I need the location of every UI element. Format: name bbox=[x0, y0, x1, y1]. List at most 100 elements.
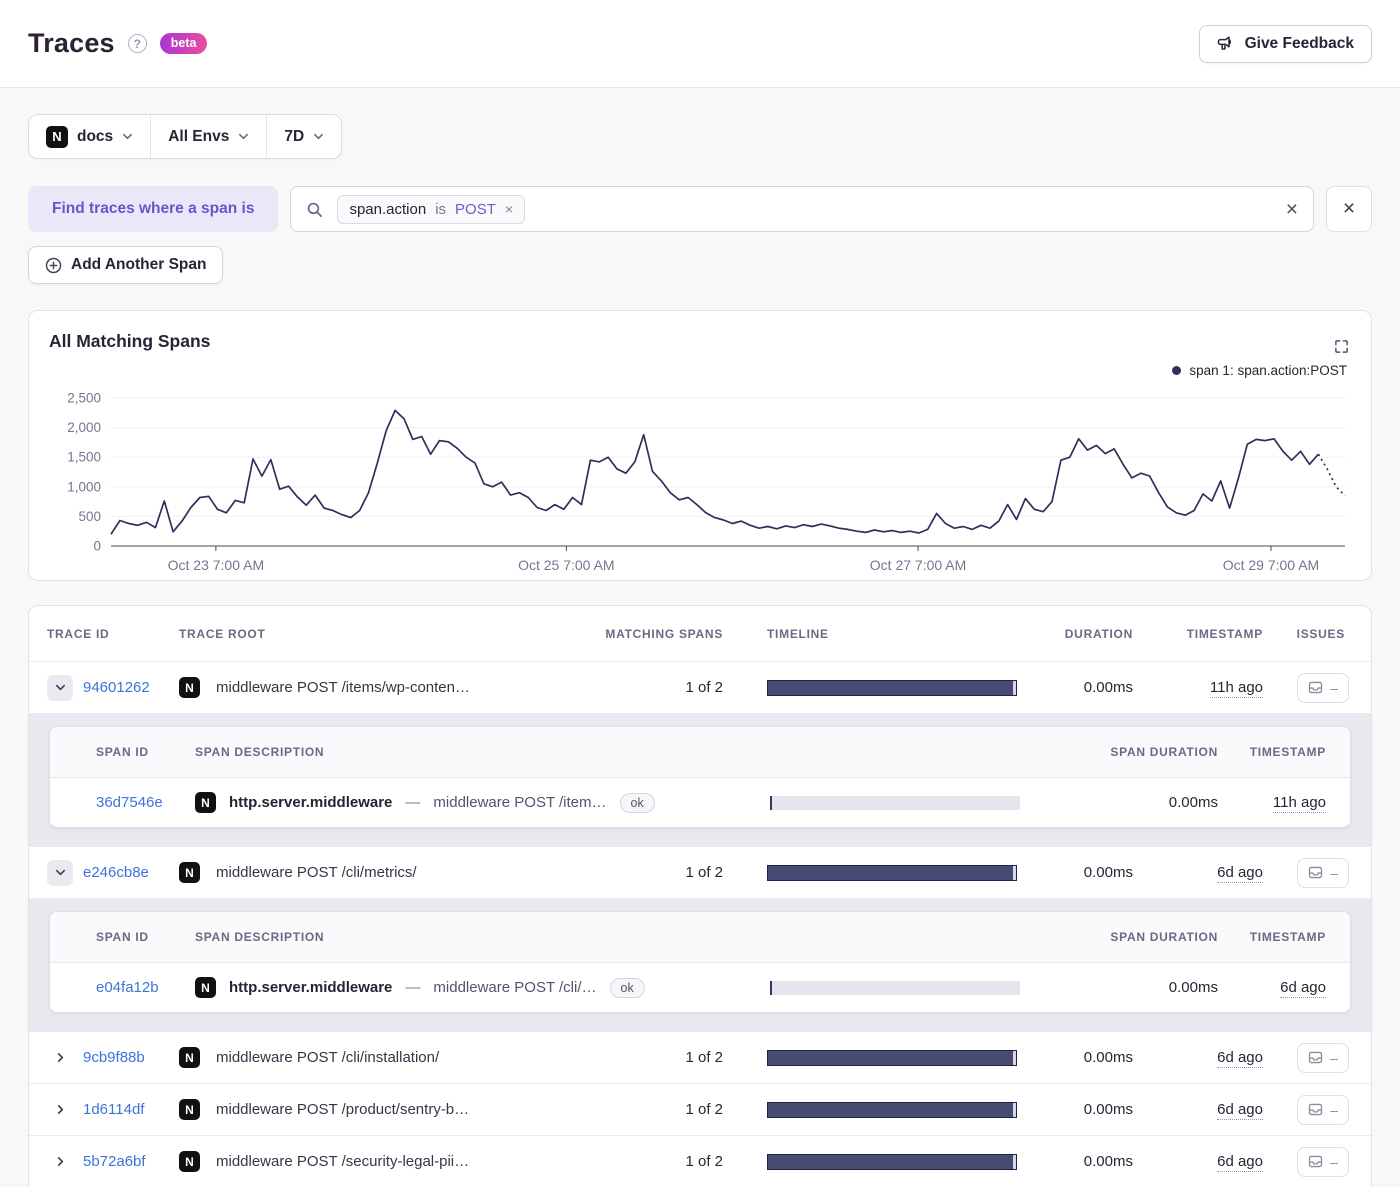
search-filter-token[interactable]: span.action is POST × bbox=[337, 194, 526, 224]
trace-timeline-bar[interactable] bbox=[767, 679, 1017, 696]
help-icon[interactable]: ? bbox=[127, 34, 147, 53]
svg-text:1,500: 1,500 bbox=[67, 450, 101, 465]
nextjs-platform-icon bbox=[179, 1099, 200, 1120]
col-trace-id: TRACE ID bbox=[47, 626, 110, 641]
col-span-timestamp: TIMESTAMP bbox=[1249, 745, 1326, 759]
trace-timestamp[interactable]: 6d ago bbox=[1217, 1049, 1263, 1068]
expand-row-button[interactable] bbox=[47, 1045, 73, 1071]
issues-icon bbox=[1308, 865, 1323, 880]
expand-row-button[interactable] bbox=[47, 1097, 73, 1123]
trace-id-link[interactable]: 9cb9f88b bbox=[83, 1049, 145, 1066]
desc-separator: — bbox=[405, 979, 421, 996]
chevron-down-icon bbox=[238, 131, 249, 142]
fullscreen-expand-icon[interactable] bbox=[1334, 339, 1349, 354]
trace-id-link[interactable]: e246cb8e bbox=[83, 864, 149, 881]
add-another-span-button[interactable]: Add Another Span bbox=[28, 246, 224, 284]
issues-button[interactable]: – bbox=[1297, 857, 1349, 888]
nextjs-platform-icon bbox=[179, 677, 200, 698]
token-remove-icon[interactable]: × bbox=[505, 201, 513, 217]
issues-count-placeholder: – bbox=[1330, 679, 1338, 696]
expand-row-button[interactable] bbox=[47, 1149, 73, 1175]
issues-button[interactable]: – bbox=[1297, 1042, 1349, 1073]
chevron-down-icon bbox=[122, 131, 133, 142]
trace-timestamp[interactable]: 6d ago bbox=[1217, 864, 1263, 883]
trace-row[interactable]: 5b72a6bf middleware POST /security-legal… bbox=[29, 1135, 1371, 1187]
trace-duration: 0.00ms bbox=[1083, 1101, 1133, 1118]
col-span-description: SPAN DESCRIPTION bbox=[195, 930, 325, 944]
trace-id-link[interactable]: 5b72a6bf bbox=[83, 1153, 146, 1170]
trace-row[interactable]: 1d6114df middleware POST /product/sentry… bbox=[29, 1083, 1371, 1135]
nextjs-platform-icon bbox=[179, 1151, 200, 1172]
expanded-span-section: SPAN ID SPAN DESCRIPTION SPAN DURATION T… bbox=[29, 898, 1371, 1031]
span-row[interactable]: e04fa12b http.server.middleware — middle… bbox=[50, 963, 1350, 1012]
date-range-selector-label: 7D bbox=[284, 127, 305, 145]
trace-timestamp[interactable]: 6d ago bbox=[1217, 1153, 1263, 1172]
trace-timestamp[interactable]: 11h ago bbox=[1209, 679, 1263, 698]
span-timeline-bar[interactable] bbox=[770, 980, 1020, 995]
collapse-row-button[interactable] bbox=[47, 859, 73, 886]
environment-selector[interactable]: All Envs bbox=[150, 115, 266, 158]
span-id-link[interactable]: 36d7546e bbox=[96, 794, 163, 811]
search-clear-icon[interactable]: × bbox=[1286, 199, 1298, 220]
span-duration: 0.00ms bbox=[1168, 979, 1218, 996]
trace-timeline-bar[interactable] bbox=[767, 1049, 1017, 1066]
matching-spans-count: 1 of 2 bbox=[685, 1101, 723, 1118]
col-duration: DURATION bbox=[1064, 626, 1133, 641]
spans-timeseries-chart: 0 500 1,000 1,500 2,000 2,500 Oct 23 7:00 AM Oc… bbox=[47, 386, 1353, 586]
collapse-row-button[interactable] bbox=[47, 674, 73, 701]
page-title: Traces bbox=[28, 28, 115, 58]
date-range-selector[interactable]: 7D bbox=[266, 115, 341, 158]
span-id-link[interactable]: e04fa12b bbox=[96, 979, 159, 996]
trace-root-label: middleware POST /items/wp-conten… bbox=[216, 679, 470, 696]
issues-button[interactable]: – bbox=[1297, 1094, 1349, 1125]
trace-row[interactable]: e246cb8e middleware POST /cli/metrics/ 1… bbox=[29, 846, 1371, 898]
svg-text:2,000: 2,000 bbox=[67, 420, 101, 435]
all-matching-spans-panel: All Matching Spans span 1: span.action:P… bbox=[28, 310, 1372, 581]
give-feedback-label: Give Feedback bbox=[1244, 34, 1354, 52]
table-header-row: TRACE ID TRACE ROOT MATCHING SPANS TIMEL… bbox=[29, 606, 1371, 661]
give-feedback-button[interactable]: Give Feedback bbox=[1198, 24, 1372, 63]
trace-duration: 0.00ms bbox=[1083, 864, 1133, 881]
span-query-row: Find traces where a span is span.action … bbox=[28, 186, 1372, 232]
issues-icon bbox=[1308, 1154, 1323, 1169]
issues-count-placeholder: – bbox=[1330, 1101, 1338, 1118]
trace-row[interactable]: 94601262 middleware POST /items/wp-conte… bbox=[29, 661, 1371, 713]
span-timestamp[interactable]: 6d ago bbox=[1280, 979, 1326, 998]
matching-spans-count: 1 of 2 bbox=[685, 864, 723, 881]
trace-timeline-bar[interactable] bbox=[767, 864, 1017, 881]
nextjs-platform-icon bbox=[195, 792, 216, 813]
chart-legend: span 1: span.action:POST bbox=[1172, 363, 1347, 378]
environment-selector-label: All Envs bbox=[168, 127, 230, 145]
issues-icon bbox=[1308, 680, 1323, 695]
trace-row[interactable]: 9cb9f88b middleware POST /cli/installati… bbox=[29, 1031, 1371, 1083]
span-row[interactable]: 36d7546e http.server.middleware — middle… bbox=[50, 778, 1350, 827]
svg-text:500: 500 bbox=[78, 509, 101, 524]
col-timestamp: TIMESTAMP bbox=[1186, 626, 1263, 641]
issues-count-placeholder: – bbox=[1330, 864, 1338, 881]
traces-table: TRACE ID TRACE ROOT MATCHING SPANS TIMEL… bbox=[28, 605, 1372, 1187]
beta-badge: beta bbox=[159, 33, 208, 54]
project-selector[interactable]: docs bbox=[29, 115, 150, 158]
remove-span-filter-button[interactable]: × bbox=[1326, 186, 1372, 232]
issues-icon bbox=[1308, 1102, 1323, 1117]
svg-text:2,500: 2,500 bbox=[67, 391, 101, 406]
trace-duration: 0.00ms bbox=[1083, 1049, 1133, 1066]
svg-text:Oct 23 7:00 AM: Oct 23 7:00 AM bbox=[168, 557, 265, 573]
span-timestamp[interactable]: 11h ago bbox=[1272, 794, 1326, 813]
page-filter-bar: docs All Envs 7D bbox=[28, 114, 343, 159]
span-search-input[interactable]: span.action is POST × × bbox=[290, 186, 1314, 232]
span-timeline-bar[interactable] bbox=[770, 795, 1020, 810]
close-icon: × bbox=[1342, 197, 1356, 220]
trace-timeline-bar[interactable] bbox=[767, 1101, 1017, 1118]
trace-timestamp[interactable]: 6d ago bbox=[1217, 1101, 1263, 1120]
trace-id-link[interactable]: 94601262 bbox=[83, 679, 150, 696]
token-operator: is bbox=[435, 200, 447, 218]
issues-button[interactable]: – bbox=[1297, 672, 1349, 703]
col-span-id: SPAN ID bbox=[96, 930, 149, 944]
trace-id-link[interactable]: 1d6114df bbox=[83, 1101, 144, 1118]
trace-timeline-bar[interactable] bbox=[767, 1153, 1017, 1170]
matching-spans-count: 1 of 2 bbox=[685, 1049, 723, 1066]
find-traces-label: Find traces where a span is bbox=[28, 186, 279, 232]
nextjs-platform-icon bbox=[195, 977, 216, 998]
issues-button[interactable]: – bbox=[1297, 1146, 1349, 1177]
